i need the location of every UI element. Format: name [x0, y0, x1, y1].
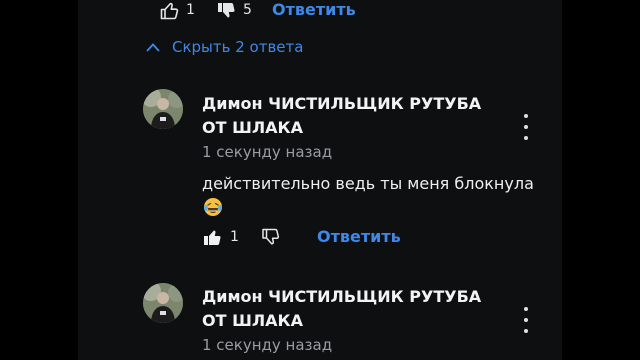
like-count: 1	[186, 2, 195, 18]
dislike-count: 5	[243, 2, 252, 18]
dislike-filled-icon[interactable]	[218, 2, 236, 20]
chevron-up-icon	[146, 43, 160, 52]
like-count: 1	[230, 229, 239, 245]
reply-button[interactable]: Ответить	[317, 227, 401, 246]
avatar-photo	[143, 283, 183, 323]
more-options-icon[interactable]	[523, 307, 529, 333]
more-options-icon[interactable]	[523, 114, 529, 140]
comment-author[interactable]: Димон ЧИСТИЛЬЩИК РУТУБА ОТ ШЛАКА	[202, 285, 502, 333]
avatar-photo	[143, 89, 183, 129]
dislike-outline-icon[interactable]	[262, 228, 280, 246]
laughing-tears-emoji-icon	[204, 198, 222, 216]
avatar[interactable]	[143, 283, 183, 323]
like-outline-icon[interactable]	[160, 2, 180, 20]
reply-button[interactable]: Ответить	[272, 0, 356, 19]
comment-time: 1 секунду назад	[202, 336, 333, 354]
comment-text: действительно ведь ты меня блокнула	[202, 174, 534, 193]
avatar[interactable]	[143, 89, 183, 129]
comment-author[interactable]: Димон ЧИСТИЛЬЩИК РУТУБА ОТ ШЛАКА	[202, 92, 502, 140]
hide-replies-label: Скрыть 2 ответа	[172, 38, 304, 56]
comment-time: 1 секунду назад	[202, 143, 333, 161]
hide-replies-button[interactable]: Скрыть 2 ответа	[146, 36, 303, 58]
like-filled-icon[interactable]	[204, 228, 222, 246]
